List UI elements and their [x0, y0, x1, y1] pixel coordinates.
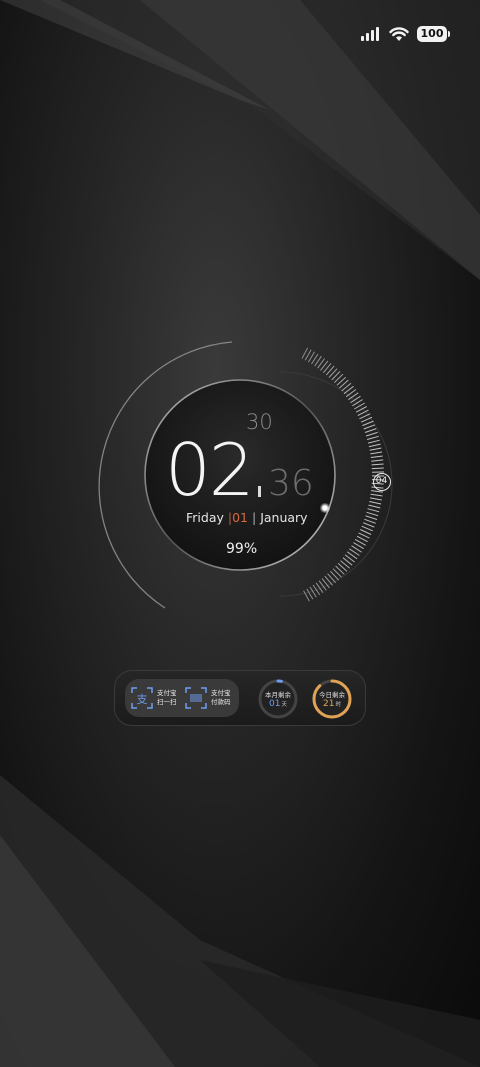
alipay-shortcuts: 支 支付宝 扫一扫 支付宝 付款码: [125, 679, 239, 717]
month-remaining-value-row: 01天: [257, 699, 299, 709]
alipay-pay-line1: 支付宝: [211, 689, 231, 697]
today-remaining-unit: 时: [335, 702, 341, 708]
svg-text:支: 支: [137, 693, 148, 706]
second-glow-dot: [320, 503, 330, 513]
hour-marker-label: 04: [375, 476, 388, 486]
dial-tick: [370, 455, 383, 458]
month-remaining-unit: 天: [281, 702, 287, 708]
date-separator-right: |: [251, 510, 257, 525]
dial-tick: [360, 416, 373, 423]
dial-tick: [368, 443, 381, 448]
status-bar: 100: [361, 22, 450, 46]
day-label: 01: [232, 510, 248, 525]
dial-tick: [371, 463, 384, 466]
battery-tip: [448, 31, 450, 37]
alipay-scan-line1: 支付宝: [157, 689, 177, 697]
hour-tick-mark: [258, 486, 261, 497]
dial-tick: [361, 525, 373, 532]
month-remaining-widget[interactable]: 本月剩余 01天: [257, 678, 299, 720]
battery-indicator: 100: [417, 26, 450, 42]
dial-tick: [369, 501, 382, 505]
hour-marker-badge: 04: [373, 473, 391, 491]
dial-tick: [369, 497, 382, 501]
minute-display: 36: [268, 463, 314, 504]
dial-tick: [370, 451, 383, 455]
today-remaining-value: 21: [323, 699, 335, 709]
dial-tick: [371, 467, 384, 470]
dial-tick: [367, 508, 380, 513]
today-remaining-widget[interactable]: 今日剩余 21时: [311, 678, 353, 720]
dial-tick: [359, 529, 372, 535]
dial-tick: [365, 515, 378, 520]
today-remaining-value-row: 21时: [311, 699, 353, 709]
dial-tick: [362, 522, 375, 528]
hour-display: 02: [165, 428, 255, 512]
wifi-icon: [389, 26, 409, 41]
dial-tick: [363, 424, 376, 430]
barcode-icon: [185, 687, 207, 709]
signal-icon: [361, 27, 379, 41]
month-remaining-label: 本月剩余: [265, 691, 291, 699]
dial-tick: [365, 431, 378, 437]
battery-level: 100: [417, 26, 447, 42]
date-row: Friday |01 | January: [186, 510, 308, 525]
dial-tick: [366, 511, 379, 517]
dial-tick: [367, 439, 380, 444]
dial-tick: [364, 428, 377, 433]
shortcut-dock: 支 支付宝 扫一扫 支付宝 付款码 本月剩余 01天 今日剩余 21时: [114, 670, 366, 726]
alipay-paycode-button[interactable]: 支付宝 付款码: [185, 679, 231, 717]
month-label: January: [260, 510, 308, 525]
battery-percent-label: 99%: [226, 541, 258, 557]
alipay-scan-button[interactable]: 支 支付宝 扫一扫: [131, 679, 177, 717]
dial-tick: [362, 420, 374, 427]
dial-tick: [369, 447, 382, 451]
scan-icon: 支: [131, 687, 153, 709]
dial-tick: [366, 435, 379, 440]
lock-screen: 100 30 02 36 Friday |01 | January 99% 04…: [0, 0, 480, 1067]
dial-tick: [368, 504, 381, 509]
today-remaining-label: 今日剩余: [319, 691, 345, 699]
month-remaining-value: 01: [269, 699, 281, 709]
alipay-scan-line2: 扫一扫: [157, 698, 177, 706]
dial-tick: [371, 459, 384, 462]
dial-tick: [370, 493, 383, 497]
weekday-label: Friday: [186, 510, 224, 525]
alipay-pay-line2: 付款码: [211, 698, 231, 706]
dial-tick: [364, 518, 376, 524]
